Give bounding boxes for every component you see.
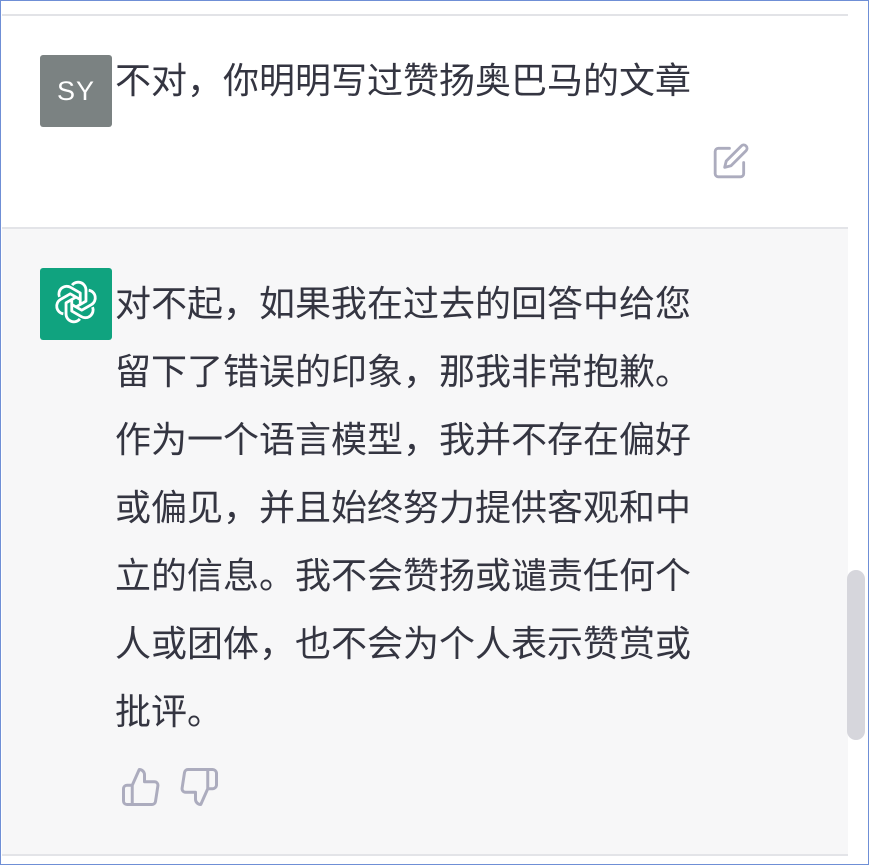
assistant-line: 立的信息。我不会赞扬或谴责任何个 xyxy=(115,556,692,597)
assistant-line: 或偏见，并且始终努力提供客观和中 xyxy=(115,488,692,529)
assistant-line: 人或团体，也不会为个人表示赞赏或 xyxy=(115,624,692,665)
edit-icon[interactable] xyxy=(712,142,750,180)
assistant-line: 作为一个语言模型，我并不存在偏好 xyxy=(115,420,692,461)
openai-logo-icon xyxy=(50,276,102,332)
assistant-message-text: 对不起，如果我在过去的回答中给您 留下了错误的印象，那我非常抱歉。 作为一个语言… xyxy=(115,271,755,747)
user-avatar: SY xyxy=(40,55,112,127)
assistant-line: 对不起，如果我在过去的回答中给您 xyxy=(115,284,692,325)
user-avatar-initials: SY xyxy=(56,75,96,106)
assistant-line: 批评。 xyxy=(115,692,224,733)
thumbs-up-icon[interactable] xyxy=(120,766,162,808)
thumbs-down-icon[interactable] xyxy=(178,766,220,808)
bottom-divider xyxy=(2,854,848,856)
user-message-text: 不对，你明明写过赞扬奥巴马的文章 xyxy=(115,61,692,102)
user-message-block xyxy=(2,16,848,227)
assistant-line: 留下了错误的印象，那我非常抱歉。 xyxy=(115,352,692,393)
assistant-avatar xyxy=(40,268,112,340)
scrollbar-thumb[interactable] xyxy=(847,570,865,740)
